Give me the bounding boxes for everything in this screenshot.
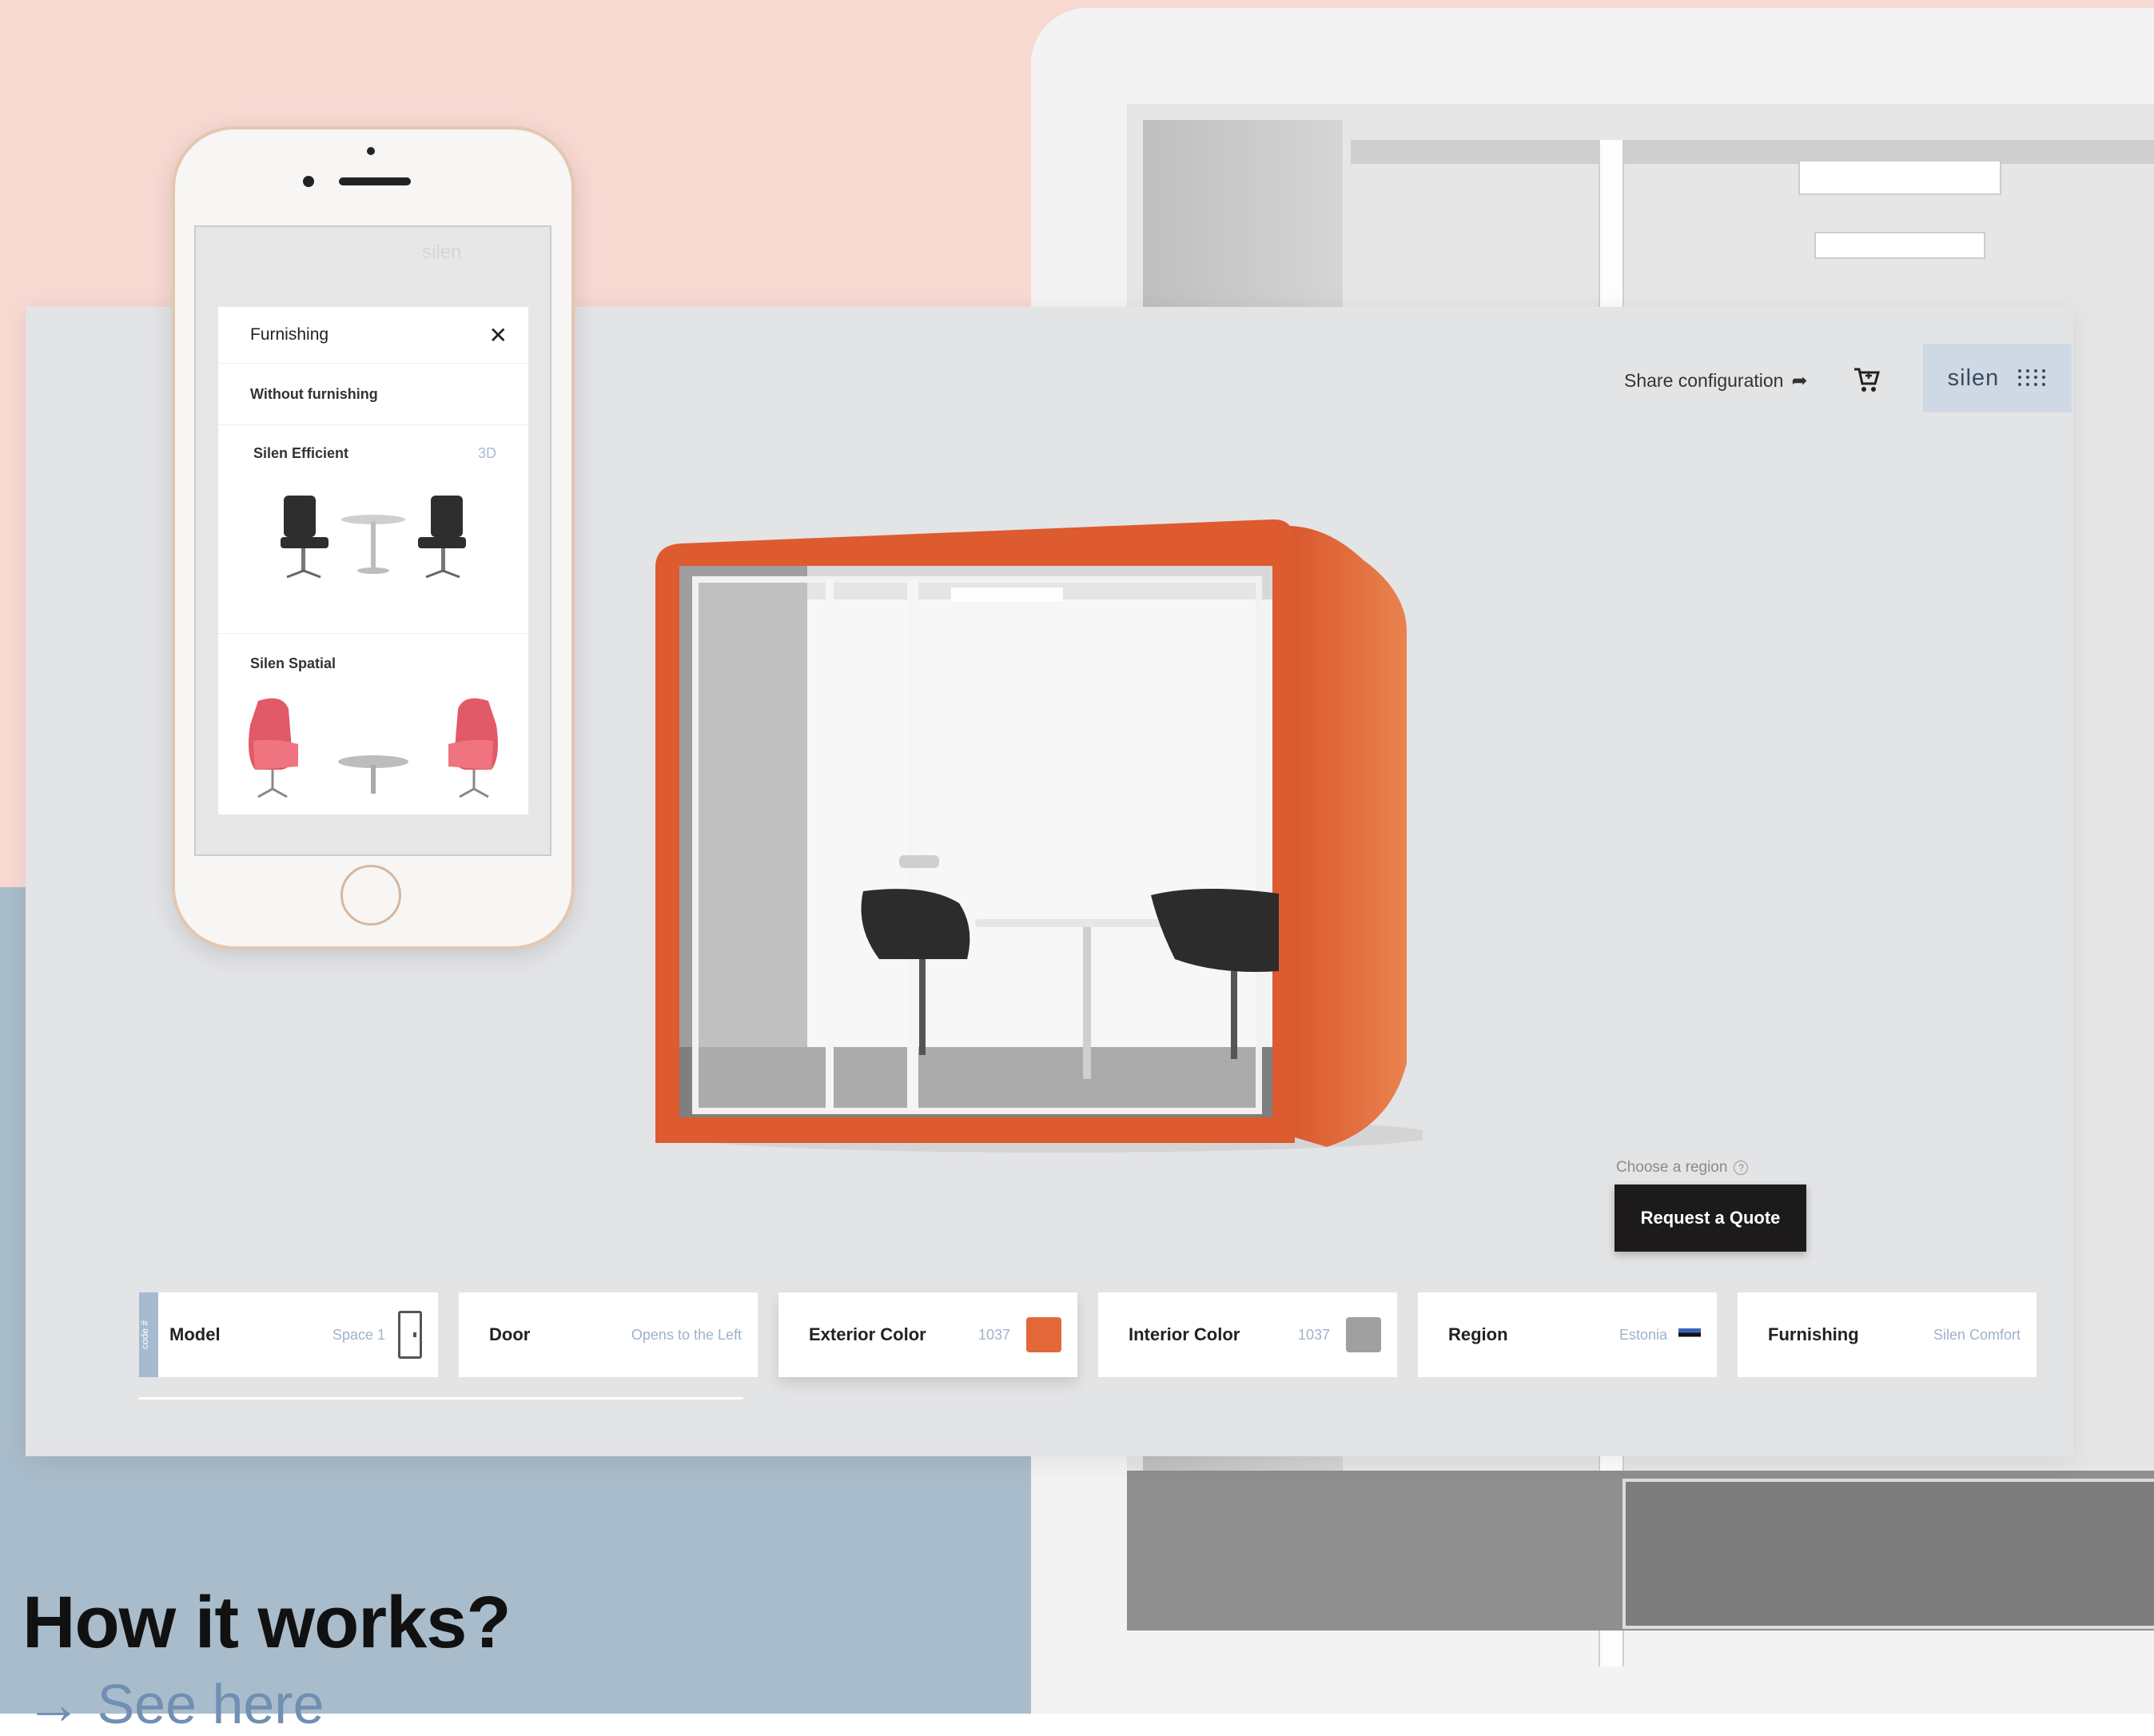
cart-icon[interactable] <box>1851 363 1883 395</box>
code-tab[interactable]: code # <box>139 1292 158 1377</box>
share-arrow-icon: ➦ <box>1791 370 1808 392</box>
option-value: Estonia <box>1618 1326 1667 1343</box>
model-thumbnail-icon <box>398 1311 422 1359</box>
panel-title: Furnishing <box>250 325 329 344</box>
furnishing-panel: Furnishing ✕ Without furnishing Silen Ef… <box>218 307 528 814</box>
option-label: Model <box>169 1324 221 1344</box>
booth-glass-base <box>1622 1479 2154 1629</box>
option-without-furnishing[interactable]: Without furnishing <box>218 364 528 425</box>
option-label: Exterior Color <box>809 1324 926 1344</box>
lounge-chairs-image <box>249 698 498 798</box>
option-exterior-color[interactable]: Exterior Color 1037 <box>778 1292 1077 1377</box>
share-configuration-button[interactable]: Share configuration ➦ <box>1624 369 1808 392</box>
option-value: Space 1 <box>332 1326 385 1343</box>
booth-3d-render[interactable] <box>623 512 1423 1175</box>
brand-menu[interactable]: silen <box>1923 344 2072 412</box>
option-silen-efficient[interactable]: Silen Efficient 3D <box>218 425 528 481</box>
request-quote-button[interactable]: Request a Quote <box>1615 1185 1806 1252</box>
office-chairs-image <box>281 496 466 579</box>
option-door[interactable]: Door Opens to the Left <box>459 1292 758 1377</box>
option-label: Region <box>1448 1324 1508 1344</box>
share-label: Share configuration <box>1624 370 1784 391</box>
option-value: 1037 <box>977 1326 1010 1343</box>
booth-frame <box>1351 140 2154 164</box>
grid-menu-icon <box>2018 369 2047 387</box>
option-label: Furnishing <box>1768 1324 1859 1344</box>
item-label: Silen Efficient <box>253 444 349 461</box>
phone-sensor <box>367 147 375 155</box>
option-value: Opens to the Left <box>631 1326 742 1343</box>
option-silen-spatial[interactable]: Silen Spatial <box>218 634 528 693</box>
option-region[interactable]: Region Estonia <box>1418 1292 1717 1377</box>
option-label: Door <box>489 1324 531 1344</box>
help-icon[interactable]: ? <box>1734 1161 1749 1175</box>
option-value: 1037 <box>1297 1326 1330 1343</box>
option-model[interactable]: Model Space 1 <box>158 1292 438 1377</box>
ceiling-lamp <box>1814 232 1985 259</box>
options-scrollbar[interactable] <box>139 1397 743 1400</box>
see-here-link[interactable]: → See here <box>26 1672 324 1736</box>
panel-header: Furnishing ✕ <box>218 307 528 364</box>
spatial-furniture-image <box>218 693 528 813</box>
phone-brand-logo: silen <box>422 241 462 263</box>
close-icon[interactable]: ✕ <box>489 322 508 348</box>
3d-badge[interactable]: 3D <box>478 445 496 462</box>
option-label: Interior Color <box>1129 1324 1240 1344</box>
ceiling-lamp <box>1798 160 2001 195</box>
option-furnishing[interactable]: Furnishing Silen Comfort <box>1738 1292 2037 1377</box>
color-swatch <box>1346 1317 1381 1352</box>
region-hint[interactable]: Choose a region ? <box>1616 1159 1749 1177</box>
phone-screen: silen Furnishing ✕ Without furnishing Si… <box>194 225 551 856</box>
estonia-flag-icon <box>1678 1328 1701 1341</box>
region-hint-text: Choose a region <box>1616 1159 1728 1176</box>
option-interior-color[interactable]: Interior Color 1037 <box>1098 1292 1397 1377</box>
phone-camera <box>303 176 314 187</box>
brand-logo: silen <box>1947 364 2000 391</box>
phone-speaker <box>339 177 411 185</box>
page-heading: How it works? <box>22 1582 512 1663</box>
option-value: Silen Comfort <box>1933 1326 2021 1343</box>
color-swatch <box>1026 1317 1061 1352</box>
phone-home-button <box>340 865 401 926</box>
efficient-furniture-image <box>218 481 528 634</box>
